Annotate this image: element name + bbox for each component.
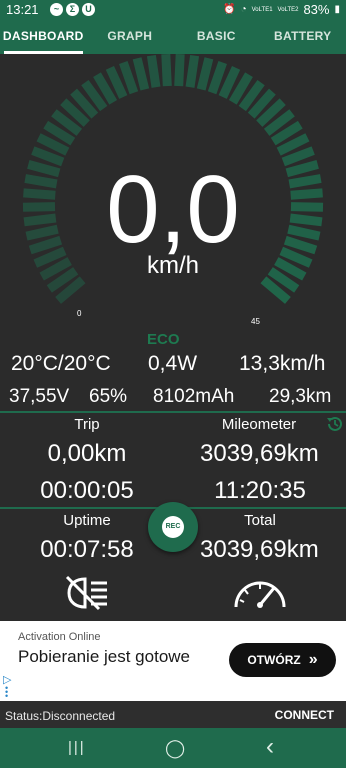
- ad-banner[interactable]: Activation Online Pobieranie jest gotowe…: [0, 621, 346, 701]
- gauge-min-label: 0: [77, 309, 82, 318]
- gauge-max-label: 45: [251, 317, 260, 326]
- connect-button[interactable]: CONNECT: [275, 708, 334, 722]
- messenger-icon: ~: [50, 3, 63, 16]
- battery-percent-value: 65%: [89, 386, 128, 407]
- alarm-icon: ⏰: [223, 4, 236, 15]
- system-status-bar: 13:21 ~ Σ U ⏰ ◔ VoLTE1 VoLTE2 83% ▮: [0, 0, 346, 20]
- speed-value: 0,0: [106, 156, 240, 263]
- ride-mode: ECO: [147, 331, 180, 348]
- ad-advertiser: Activation Online: [18, 631, 101, 643]
- voltage-value: 37,55V: [9, 386, 70, 407]
- gauge-tick: [146, 54, 161, 88]
- tab-dashboard[interactable]: DASHBOARD: [0, 20, 87, 54]
- battery-icon: ▮: [334, 4, 340, 15]
- power-value: 0,4W: [148, 352, 198, 375]
- history-icon[interactable]: [325, 414, 345, 434]
- gauge-tick: [185, 54, 200, 88]
- trip-distance: 0,00km: [47, 440, 127, 467]
- uptime-label: Uptime: [63, 512, 111, 529]
- battery-percent: 83%: [303, 2, 330, 17]
- tab-graph[interactable]: GRAPH: [87, 20, 174, 54]
- gauge-tick: [161, 54, 172, 87]
- gauge-tick: [132, 57, 150, 91]
- speed-unit: km/h: [146, 252, 199, 279]
- system-nav-bar: ||| ◯ ‹: [0, 728, 346, 768]
- total-value: 3039,69km: [200, 536, 319, 563]
- divider: [0, 411, 346, 413]
- ad-menu-icon[interactable]: • • •: [5, 684, 8, 701]
- chevrons-right-icon: »: [308, 651, 318, 668]
- headlight-off-icon[interactable]: [63, 575, 113, 611]
- volte-signal-icon: VoLTE2: [277, 6, 299, 13]
- ad-open-button[interactable]: OTWÓRZ »: [229, 643, 336, 677]
- gauge-tick: [119, 61, 139, 95]
- connection-status-bar: Status:Disconnected CONNECT: [0, 701, 346, 728]
- mileometer-label: Mileometer: [221, 416, 297, 433]
- trip-time: 00:00:05: [40, 477, 134, 504]
- clock: 13:21: [6, 2, 39, 17]
- mileometer-distance: 3039,69km: [200, 440, 319, 467]
- gauge-tick: [207, 61, 227, 95]
- tab-battery[interactable]: BATTERY: [260, 20, 346, 54]
- uptime-value: 00:07:58: [40, 536, 134, 563]
- sigma-icon: Σ: [66, 3, 79, 16]
- ad-open-label: OTWÓRZ: [247, 653, 301, 667]
- rec-label: REC: [162, 516, 184, 538]
- back-icon[interactable]: ‹: [266, 733, 274, 761]
- temperature-value: 20°C/20°C: [11, 352, 111, 375]
- ad-title: Pobieranie jest gotowe: [18, 647, 191, 666]
- recents-icon[interactable]: |||: [68, 739, 86, 756]
- home-icon[interactable]: ◯: [165, 738, 185, 759]
- record-button[interactable]: REC: [148, 502, 198, 552]
- gauge-tick: [196, 57, 214, 91]
- tab-bar: DASHBOARD GRAPH BASIC BATTERY: [0, 20, 346, 54]
- speedometer-icon[interactable]: [232, 575, 288, 611]
- shield-icon: U: [82, 3, 95, 16]
- tab-basic[interactable]: BASIC: [173, 20, 260, 54]
- connection-status: Status:Disconnected: [5, 709, 116, 723]
- capacity-value: 8102mAh: [153, 386, 235, 407]
- trip-label: Trip: [74, 416, 100, 433]
- mileometer-time: 11:20:35: [214, 477, 306, 504]
- gauge-tick: [174, 54, 185, 87]
- wifi-icon: ◔: [240, 4, 247, 15]
- volte-signal-icon: VoLTE1: [251, 6, 273, 13]
- range-value: 29,3km: [269, 386, 332, 407]
- total-label: Total: [244, 512, 276, 529]
- average-speed-value: 13,3km/h: [239, 352, 326, 375]
